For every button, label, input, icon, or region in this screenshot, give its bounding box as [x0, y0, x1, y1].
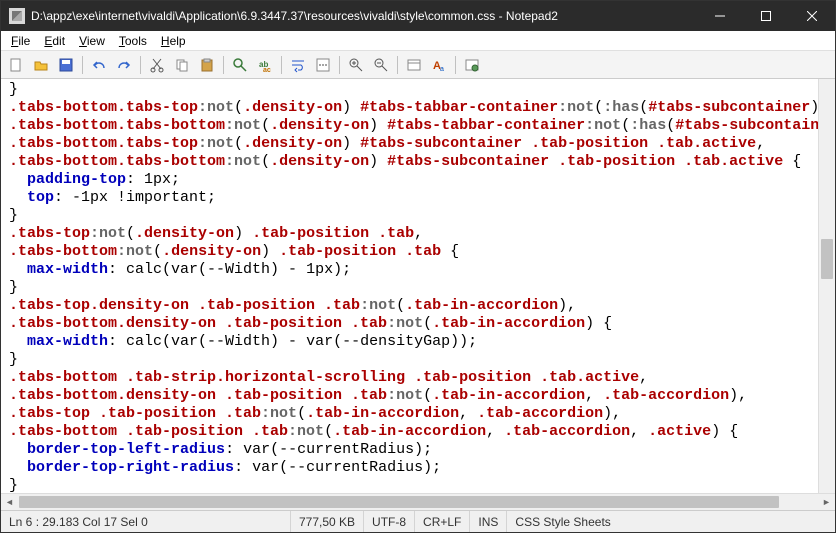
window-title: D:\appz\exe\internet\vivaldi\Application… [31, 9, 697, 23]
svg-text:a: a [440, 66, 444, 73]
new-icon[interactable] [5, 54, 27, 76]
status-position: Ln 6 : 29.183 Col 17 Sel 0 [1, 511, 291, 532]
find-icon[interactable] [229, 54, 251, 76]
statusbar: Ln 6 : 29.183 Col 17 Sel 0 777,50 KB UTF… [1, 510, 835, 532]
separator [339, 56, 340, 74]
scroll-thumb[interactable] [19, 496, 779, 508]
zoom-out-icon[interactable] [370, 54, 392, 76]
cut-icon[interactable] [146, 54, 168, 76]
open-icon[interactable] [30, 54, 52, 76]
toolbar: abac Aa [1, 51, 835, 79]
status-size: 777,50 KB [291, 511, 364, 532]
separator [397, 56, 398, 74]
scroll-left-icon[interactable]: ◄ [1, 494, 18, 510]
close-button[interactable] [789, 1, 835, 31]
horizontal-scrollbar[interactable]: ◄ ► [1, 493, 835, 510]
separator [281, 56, 282, 74]
app-icon [9, 8, 25, 24]
separator [140, 56, 141, 74]
status-encoding: UTF-8 [364, 511, 415, 532]
menu-file[interactable]: File [5, 33, 36, 49]
settings-icon[interactable] [461, 54, 483, 76]
save-icon[interactable] [55, 54, 77, 76]
redo-icon[interactable] [113, 54, 135, 76]
whitespace-icon[interactable] [312, 54, 334, 76]
menu-tools[interactable]: Tools [113, 33, 153, 49]
font-icon[interactable]: Aa [428, 54, 450, 76]
status-eol: CR+LF [415, 511, 470, 532]
menu-view[interactable]: View [73, 33, 111, 49]
wordwrap-icon[interactable] [287, 54, 309, 76]
paste-icon[interactable] [196, 54, 218, 76]
replace-icon[interactable]: abac [254, 54, 276, 76]
maximize-button[interactable] [743, 1, 789, 31]
titlebar: D:\appz\exe\internet\vivaldi\Application… [1, 1, 835, 31]
separator [223, 56, 224, 74]
vertical-scrollbar[interactable] [818, 79, 835, 493]
status-language: CSS Style Sheets [507, 511, 835, 532]
separator [455, 56, 456, 74]
menubar: File Edit View Tools Help [1, 31, 835, 51]
editor[interactable]: } .tabs-bottom.tabs-top:not(.density-on)… [1, 79, 818, 493]
svg-text:ac: ac [263, 67, 271, 73]
scroll-thumb[interactable] [821, 239, 833, 279]
minimize-button[interactable] [697, 1, 743, 31]
undo-icon[interactable] [88, 54, 110, 76]
menu-edit[interactable]: Edit [38, 33, 71, 49]
zoom-in-icon[interactable] [345, 54, 367, 76]
separator [82, 56, 83, 74]
scroll-right-icon[interactable]: ► [818, 494, 835, 510]
scheme-icon[interactable] [403, 54, 425, 76]
menu-help[interactable]: Help [155, 33, 192, 49]
status-mode: INS [470, 511, 507, 532]
copy-icon[interactable] [171, 54, 193, 76]
